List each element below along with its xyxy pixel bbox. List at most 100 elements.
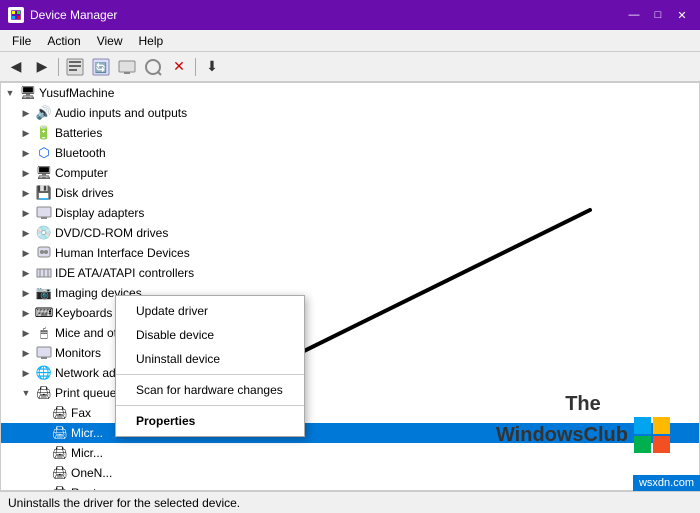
expand-ide[interactable]: ▶ xyxy=(19,266,33,280)
ide-label: IDE ATA/ATAPI controllers xyxy=(55,266,194,280)
title-bar: Device Manager — □ ✕ xyxy=(0,0,700,30)
batteries-label: Batteries xyxy=(55,126,102,140)
root-printer-label: Root... xyxy=(71,486,106,491)
tree-item-micr1[interactable]: ▶ 🖨 Micr... xyxy=(1,423,699,443)
expand-bluetooth[interactable]: ▶ xyxy=(19,146,33,160)
maximize-button[interactable]: □ xyxy=(648,5,668,25)
toolbar-help[interactable]: ⬇ xyxy=(200,55,224,79)
toolbar-sep-2 xyxy=(195,58,196,76)
fax-label: Fax xyxy=(71,406,91,420)
toolbar-back[interactable]: ◀ xyxy=(4,55,28,79)
tree-item-network[interactable]: ▶ 🌐 Network adapters xyxy=(1,363,699,383)
print-queues-icon: 🖨 xyxy=(36,385,52,401)
imaging-icon: 📷 xyxy=(36,285,52,301)
audio-icon: 🔊 xyxy=(36,105,52,121)
context-menu: Update driver Disable device Uninstall d… xyxy=(115,295,305,437)
tree-item-ide[interactable]: ▶ IDE ATA/ATAPI controllers xyxy=(1,263,699,283)
bluetooth-icon: ⬡ xyxy=(36,145,52,161)
computer-icon: 🖥 xyxy=(20,85,36,101)
toolbar-display[interactable] xyxy=(115,55,139,79)
menu-bar: File Action View Help xyxy=(0,30,700,52)
fax-icon: 🖨 xyxy=(52,405,68,421)
micr1-label: Micr... xyxy=(71,426,103,440)
expand-hid[interactable]: ▶ xyxy=(19,246,33,260)
display-label: Display adapters xyxy=(55,206,144,220)
expand-display[interactable]: ▶ xyxy=(19,206,33,220)
tree-item-root-printer[interactable]: ▶ 🖨 Root... xyxy=(1,483,699,491)
network-icon: 🌐 xyxy=(36,365,52,381)
expand-dvd[interactable]: ▶ xyxy=(19,226,33,240)
audio-label: Audio inputs and outputs xyxy=(55,106,187,120)
toolbar-remove[interactable]: ✕ xyxy=(167,55,191,79)
status-text: Uninstalls the driver for the selected d… xyxy=(8,496,240,510)
tree-item-computer[interactable]: ▶ 🖥 Computer xyxy=(1,163,699,183)
main-content: ▼ 🖥 YusufMachine ▶ 🔊 Audio inputs and ou… xyxy=(0,82,700,491)
micr2-icon: 🖨 xyxy=(52,445,68,461)
toolbar-forward[interactable]: ▶ xyxy=(30,55,54,79)
tree-item-display[interactable]: ▶ Display adapters xyxy=(1,203,699,223)
tree-item-fax[interactable]: ▶ 🖨 Fax xyxy=(1,403,699,423)
toolbar-properties[interactable] xyxy=(63,55,87,79)
keyboard-icon: ⌨ xyxy=(36,305,52,321)
close-button[interactable]: ✕ xyxy=(672,5,692,25)
menu-view[interactable]: View xyxy=(89,32,131,50)
tree-item-monitors[interactable]: ▶ Monitors xyxy=(1,343,699,363)
tree-item-audio[interactable]: ▶ 🔊 Audio inputs and outputs xyxy=(1,103,699,123)
menu-help[interactable]: Help xyxy=(131,32,172,50)
expand-imaging[interactable]: ▶ xyxy=(19,286,33,300)
context-menu-disable-device[interactable]: Disable device xyxy=(116,323,304,347)
tree-item-onen[interactable]: ▶ 🖨 OneN... xyxy=(1,463,699,483)
disk-icon: 💾 xyxy=(36,185,52,201)
tree-item-bluetooth[interactable]: ▶ ⬡ Bluetooth xyxy=(1,143,699,163)
expand-root[interactable]: ▼ xyxy=(3,86,17,100)
context-menu-properties[interactable]: Properties xyxy=(116,409,304,433)
context-menu-sep-1 xyxy=(116,374,304,375)
tree-item-batteries[interactable]: ▶ 🔋 Batteries xyxy=(1,123,699,143)
menu-file[interactable]: File xyxy=(4,32,39,50)
tree-view[interactable]: ▼ 🖥 YusufMachine ▶ 🔊 Audio inputs and ou… xyxy=(0,82,700,491)
tree-item-mice[interactable]: ▶ 🖱 Mice and other pointing devices xyxy=(1,323,699,343)
expand-batteries[interactable]: ▶ xyxy=(19,126,33,140)
computer-label: Computer xyxy=(55,166,108,180)
context-menu-sep-2 xyxy=(116,405,304,406)
expand-print-queues[interactable]: ▼ xyxy=(19,386,33,400)
pc-icon: 🖥 xyxy=(36,165,52,181)
bluetooth-label: Bluetooth xyxy=(55,146,106,160)
expand-monitors[interactable]: ▶ xyxy=(19,346,33,360)
hid-label: Human Interface Devices xyxy=(55,246,190,260)
monitors-icon xyxy=(36,345,52,361)
tree-root[interactable]: ▼ 🖥 YusufMachine xyxy=(1,83,699,103)
expand-computer[interactable]: ▶ xyxy=(19,166,33,180)
toolbar-sep-1 xyxy=(58,58,59,76)
minimize-button[interactable]: — xyxy=(624,5,644,25)
disk-label: Disk drives xyxy=(55,186,114,200)
tree-item-keyboards[interactable]: ▶ ⌨ Keyboards xyxy=(1,303,699,323)
toolbar-scan[interactable] xyxy=(141,55,165,79)
expand-disk[interactable]: ▶ xyxy=(19,186,33,200)
wsxdn-badge: wsxdn.com xyxy=(633,475,700,491)
expand-keyboards[interactable]: ▶ xyxy=(19,306,33,320)
context-menu-scan[interactable]: Scan for hardware changes xyxy=(116,378,304,402)
toolbar: ◀ ▶ 🔄 ✕ ⬇ xyxy=(0,52,700,82)
root-label: YusufMachine xyxy=(39,86,114,100)
context-menu-update-driver[interactable]: Update driver xyxy=(116,299,304,323)
tree-item-disk[interactable]: ▶ 💾 Disk drives xyxy=(1,183,699,203)
tree-item-dvd[interactable]: ▶ 💿 DVD/CD-ROM drives xyxy=(1,223,699,243)
tree-item-micr2[interactable]: ▶ 🖨 Micr... xyxy=(1,443,699,463)
tree-item-print-queues[interactable]: ▼ 🖨 Print queues xyxy=(1,383,699,403)
ide-icon xyxy=(36,265,52,281)
expand-network[interactable]: ▶ xyxy=(19,366,33,380)
tree-item-hid[interactable]: ▶ Human Interface Devices xyxy=(1,243,699,263)
window-title: Device Manager xyxy=(30,8,624,22)
tree-item-imaging[interactable]: ▶ 📷 Imaging devices xyxy=(1,283,699,303)
expand-mice[interactable]: ▶ xyxy=(19,326,33,340)
toolbar-update-driver[interactable]: 🔄 xyxy=(89,55,113,79)
menu-action[interactable]: Action xyxy=(39,32,88,50)
expand-audio[interactable]: ▶ xyxy=(19,106,33,120)
window-controls: — □ ✕ xyxy=(624,5,692,25)
status-bar: Uninstalls the driver for the selected d… xyxy=(0,491,700,513)
hid-icon xyxy=(36,245,52,261)
app-icon xyxy=(8,7,24,23)
context-menu-uninstall-device[interactable]: Uninstall device xyxy=(116,347,304,371)
root-printer-icon: 🖨 xyxy=(52,485,68,491)
